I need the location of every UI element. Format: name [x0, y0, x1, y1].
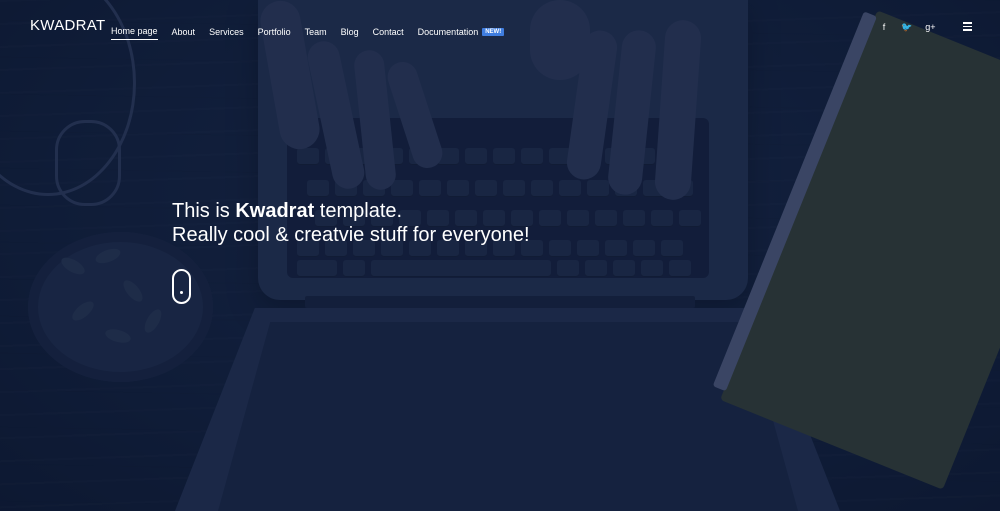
nav-item-services: Services [209, 22, 244, 40]
nav-item-about: About [172, 22, 196, 40]
nav-link-blog[interactable]: Blog [341, 27, 359, 40]
mouse-scroll-dot [180, 291, 183, 294]
nav-link-services[interactable]: Services [209, 27, 244, 40]
hamburger-line [963, 29, 972, 31]
main-menu: Home page About Services Portfolio Team … [111, 21, 518, 40]
hero-line-2: Really cool & creatvie stuff for everyon… [172, 224, 530, 246]
hero-background [0, 0, 1000, 511]
nav-link-about[interactable]: About [172, 27, 196, 40]
nav-item-portfolio: Portfolio [258, 22, 291, 40]
nav-link-home[interactable]: Home page [111, 26, 158, 40]
hamburger-line [963, 22, 972, 24]
nav-link-documentation[interactable]: Documentation [418, 27, 479, 40]
nav-item-contact: Contact [373, 22, 404, 40]
hero-headline: This is Kwadrat template. Really cool & … [172, 199, 530, 247]
nav-item-blog: Blog [341, 22, 359, 40]
hero-line-1-prefix: This is [172, 200, 236, 222]
site-logo[interactable]: KWADRAT [30, 17, 105, 34]
new-badge: NEW! [482, 27, 505, 36]
blue-color-overlay [0, 0, 1000, 511]
hamburger-line [963, 25, 972, 27]
hamburger-icon[interactable] [963, 22, 972, 31]
hero-line-1-suffix: template. [314, 200, 403, 222]
hero-brand-name: Kwadrat [235, 200, 315, 222]
social-links: f 🐦 g+ [880, 20, 936, 34]
nav-item-home: Home page [111, 21, 158, 40]
top-navbar: KWADRAT Home page About Services Portfol… [0, 0, 1000, 54]
google-plus-icon[interactable]: g+ [925, 20, 935, 34]
nav-link-contact[interactable]: Contact [373, 27, 404, 40]
nav-item-documentation: Documentation NEW! [418, 22, 505, 40]
facebook-icon[interactable]: f [880, 20, 888, 34]
hero-line-1: This is Kwadrat template. [172, 199, 530, 223]
twitter-icon[interactable]: 🐦 [901, 20, 912, 34]
nav-link-portfolio[interactable]: Portfolio [258, 27, 291, 40]
nav-link-team[interactable]: Team [305, 27, 327, 40]
nav-item-team: Team [305, 22, 327, 40]
mouse-scroll-icon[interactable] [172, 269, 191, 304]
